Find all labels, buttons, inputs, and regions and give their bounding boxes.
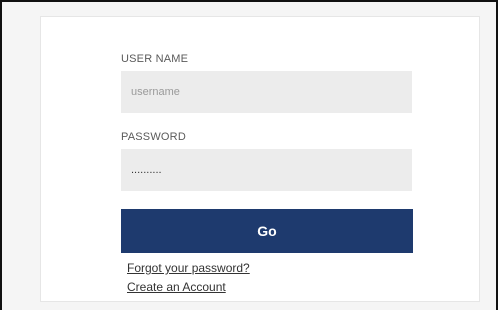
login-card: USER NAME PASSWORD Go Forgot your passwo… xyxy=(40,16,480,302)
password-input[interactable] xyxy=(121,149,412,191)
username-label: USER NAME xyxy=(121,53,189,65)
go-button[interactable]: Go xyxy=(121,209,413,253)
forgot-password-link[interactable]: Forgot your password? xyxy=(127,261,250,275)
username-input[interactable] xyxy=(121,71,412,113)
create-account-link[interactable]: Create an Account xyxy=(127,280,226,294)
browser-frame: USER NAME PASSWORD Go Forgot your passwo… xyxy=(0,0,498,310)
password-label: PASSWORD xyxy=(121,131,186,143)
